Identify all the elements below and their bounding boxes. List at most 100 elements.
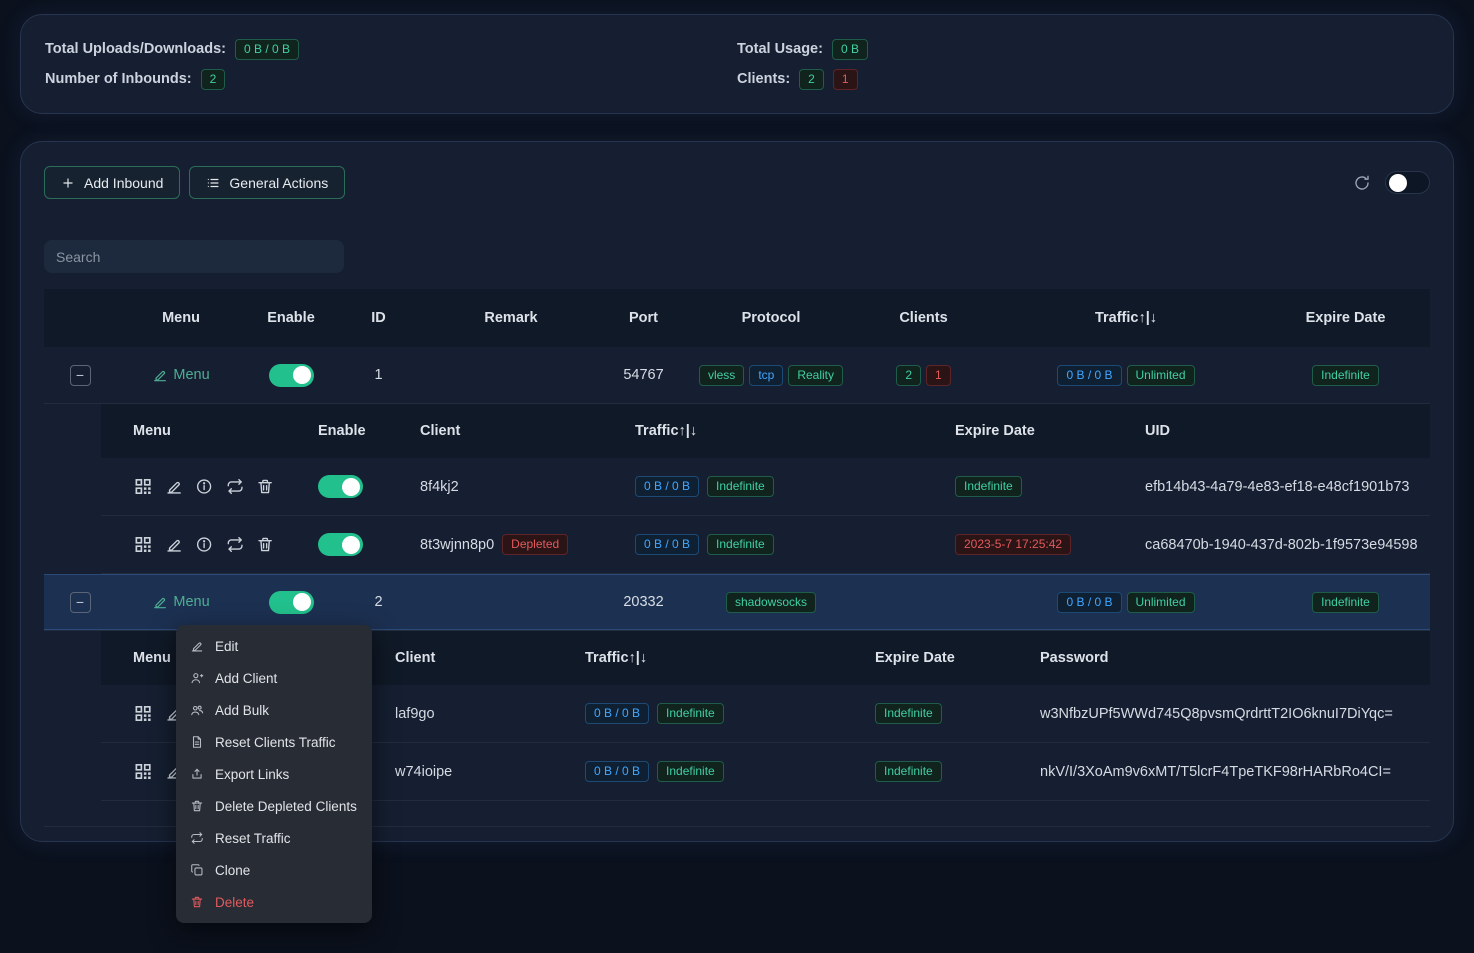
client-name: laf9go: [395, 706, 435, 722]
trash-icon: [190, 799, 204, 813]
client-expire-badge: Indefinite: [875, 703, 942, 724]
client-enable-toggle[interactable]: [318, 533, 363, 556]
stat-total-usage: Total Usage: 0 B: [737, 34, 1429, 64]
stat-total-uploads-downloads: Total Uploads/Downloads: 0 B / 0 B: [45, 34, 737, 64]
collapse-row-button[interactable]: −: [70, 592, 91, 613]
context-menu-item-clone[interactable]: Clone: [176, 854, 372, 886]
stat-number-of-inbounds: Number of Inbounds: 2: [45, 64, 737, 94]
context-menu-item-delete-depleted-clients[interactable]: Delete Depleted Clients: [176, 790, 372, 822]
stat-clients: Clients: 2 1: [737, 64, 1429, 94]
reset-traffic-icon[interactable]: [226, 535, 244, 554]
context-menu-item-reset-clients-traffic[interactable]: Reset Clients Traffic: [176, 726, 372, 758]
clients-table-1-header: Menu Enable Client Traffic↑|↓ Expire Dat…: [101, 404, 1430, 458]
context-menu-item-reset-traffic[interactable]: Reset Traffic: [176, 822, 372, 854]
client-expire-badge: 2023-5-7 17:25:42: [955, 534, 1071, 555]
inbound-2-expire-badge: Indefinite: [1312, 592, 1379, 613]
qr-code-icon[interactable]: [133, 761, 153, 782]
clients-active-count-badge: 2: [896, 365, 921, 386]
inbound-1-clients-table: Menu Enable Client Traffic↑|↓ Expire Dat…: [101, 404, 1430, 574]
toolbar-right: [1353, 171, 1430, 194]
edit-client-icon[interactable]: [165, 477, 183, 496]
context-menu-item-delete[interactable]: Delete: [176, 886, 372, 918]
client-quota-badge: Indefinite: [707, 476, 774, 497]
client-quota-badge: Indefinite: [657, 703, 724, 724]
repeat-icon: [190, 831, 204, 845]
inbound-2-port: 20332: [601, 594, 686, 610]
delete-client-icon[interactable]: [256, 535, 274, 554]
search-input[interactable]: [44, 240, 344, 273]
inbound-2-protocols: shadowsocks: [686, 592, 856, 613]
context-menu-item-add-client[interactable]: Add Client: [176, 662, 372, 694]
client-quota-badge: Indefinite: [707, 534, 774, 555]
client-actions: [101, 534, 286, 555]
context-menu-label: Reset Clients Traffic: [215, 735, 336, 750]
auto-refresh-toggle[interactable]: [1385, 171, 1430, 194]
context-menu-item-add-bulk[interactable]: Add Bulk: [176, 694, 372, 726]
delete-client-icon[interactable]: [256, 477, 274, 496]
context-menu-item-edit[interactable]: Edit: [176, 630, 372, 662]
context-menu-item-export-links[interactable]: Export Links: [176, 758, 372, 790]
inbound-1-id: 1: [336, 367, 421, 383]
general-actions-button[interactable]: General Actions: [189, 166, 345, 199]
header-id: ID: [336, 310, 421, 326]
client-row-8f4kj2: 8f4kj2 0 B / 0 B Indefinite Indefinite e…: [101, 458, 1430, 516]
client-uid: efb14b43-4a79-4e83-ef18-e48cf1901b73: [1145, 479, 1409, 495]
edit-icon: [152, 594, 168, 610]
stats-right-column: Total Usage: 0 B Clients: 2 1: [737, 34, 1429, 94]
sub-header-traffic[interactable]: Traffic↑|↓: [561, 650, 851, 666]
inbound-2-menu-button[interactable]: Menu: [116, 594, 246, 610]
sub-header-uid: UID: [1121, 423, 1430, 439]
inbound-2-traffic: 0 B / 0 B Unlimited: [991, 592, 1261, 613]
header-expire-date: Expire Date: [1261, 310, 1430, 326]
menu-button-label: Menu: [173, 367, 209, 383]
context-menu-label: Edit: [215, 639, 238, 654]
add-inbound-label: Add Inbound: [84, 175, 163, 191]
inbound-context-menu: Edit Add Client Add Bulk Reset Clients T…: [176, 625, 372, 923]
inbound-1-protocols: vless tcp Reality: [686, 365, 856, 386]
inbound-1-expire-badge: Indefinite: [1312, 365, 1379, 386]
client-password: w3NfbzUPf5WWd745Q8pvsmQrdrttT2IO6knuI7Di…: [1040, 706, 1393, 722]
inbound-1-traffic: 0 B / 0 B Unlimited: [991, 365, 1261, 386]
refresh-icon[interactable]: [1353, 174, 1371, 192]
header-port: Port: [601, 310, 686, 326]
client-expire-badge: Indefinite: [955, 476, 1022, 497]
reset-traffic-icon[interactable]: [226, 477, 244, 496]
client-row-8t3wjnn8p0: 8t3wjnn8p0 Depleted 0 B / 0 B Indefinite…: [101, 516, 1430, 574]
edit-icon: [152, 367, 168, 383]
sub-header-expire: Expire Date: [851, 650, 1016, 666]
copy-icon: [190, 863, 204, 877]
inbound-1-enable-toggle[interactable]: [269, 364, 314, 387]
sub-header-traffic[interactable]: Traffic↑|↓: [611, 423, 931, 439]
total-usage-label: Total Usage:: [737, 41, 823, 57]
qr-code-icon[interactable]: [133, 534, 153, 555]
inbound-1-menu-button[interactable]: Menu: [116, 367, 246, 383]
qr-code-icon[interactable]: [133, 703, 153, 724]
client-name: 8t3wjnn8p0: [420, 537, 494, 553]
info-icon[interactable]: [195, 535, 213, 554]
context-menu-label: Add Client: [215, 671, 277, 686]
qr-code-icon[interactable]: [133, 476, 153, 497]
client-enable-toggle[interactable]: [318, 475, 363, 498]
stats-card: Total Uploads/Downloads: 0 B / 0 B Numbe…: [20, 14, 1454, 114]
inbound-2-enable-toggle[interactable]: [269, 591, 314, 614]
add-inbound-button[interactable]: Add Inbound: [44, 166, 180, 199]
menu-button-label: Menu: [173, 594, 209, 610]
toolbar: Add Inbound General Actions: [44, 166, 1430, 199]
inbounds-table-header: Menu Enable ID Remark Port Protocol Clie…: [44, 289, 1430, 347]
context-menu-label: Delete: [215, 895, 254, 910]
info-icon[interactable]: [195, 477, 213, 496]
context-menu-label: Delete Depleted Clients: [215, 799, 357, 814]
sub-header-client: Client: [371, 650, 561, 666]
header-remark: Remark: [421, 310, 601, 326]
context-menu-label: Export Links: [215, 767, 289, 782]
number-of-inbounds-label: Number of Inbounds:: [45, 71, 192, 87]
client-expire-badge: Indefinite: [875, 761, 942, 782]
collapse-row-button[interactable]: −: [70, 365, 91, 386]
edit-client-icon[interactable]: [165, 535, 183, 554]
total-usage-badge: 0 B: [832, 39, 868, 60]
depleted-status-badge: Depleted: [502, 534, 568, 555]
traffic-total-badge: Unlimited: [1127, 365, 1195, 386]
clients-active-badge: 2: [799, 69, 824, 90]
header-traffic-sort[interactable]: Traffic↑|↓: [991, 310, 1261, 326]
protocol-badge-vless: vless: [699, 365, 744, 386]
